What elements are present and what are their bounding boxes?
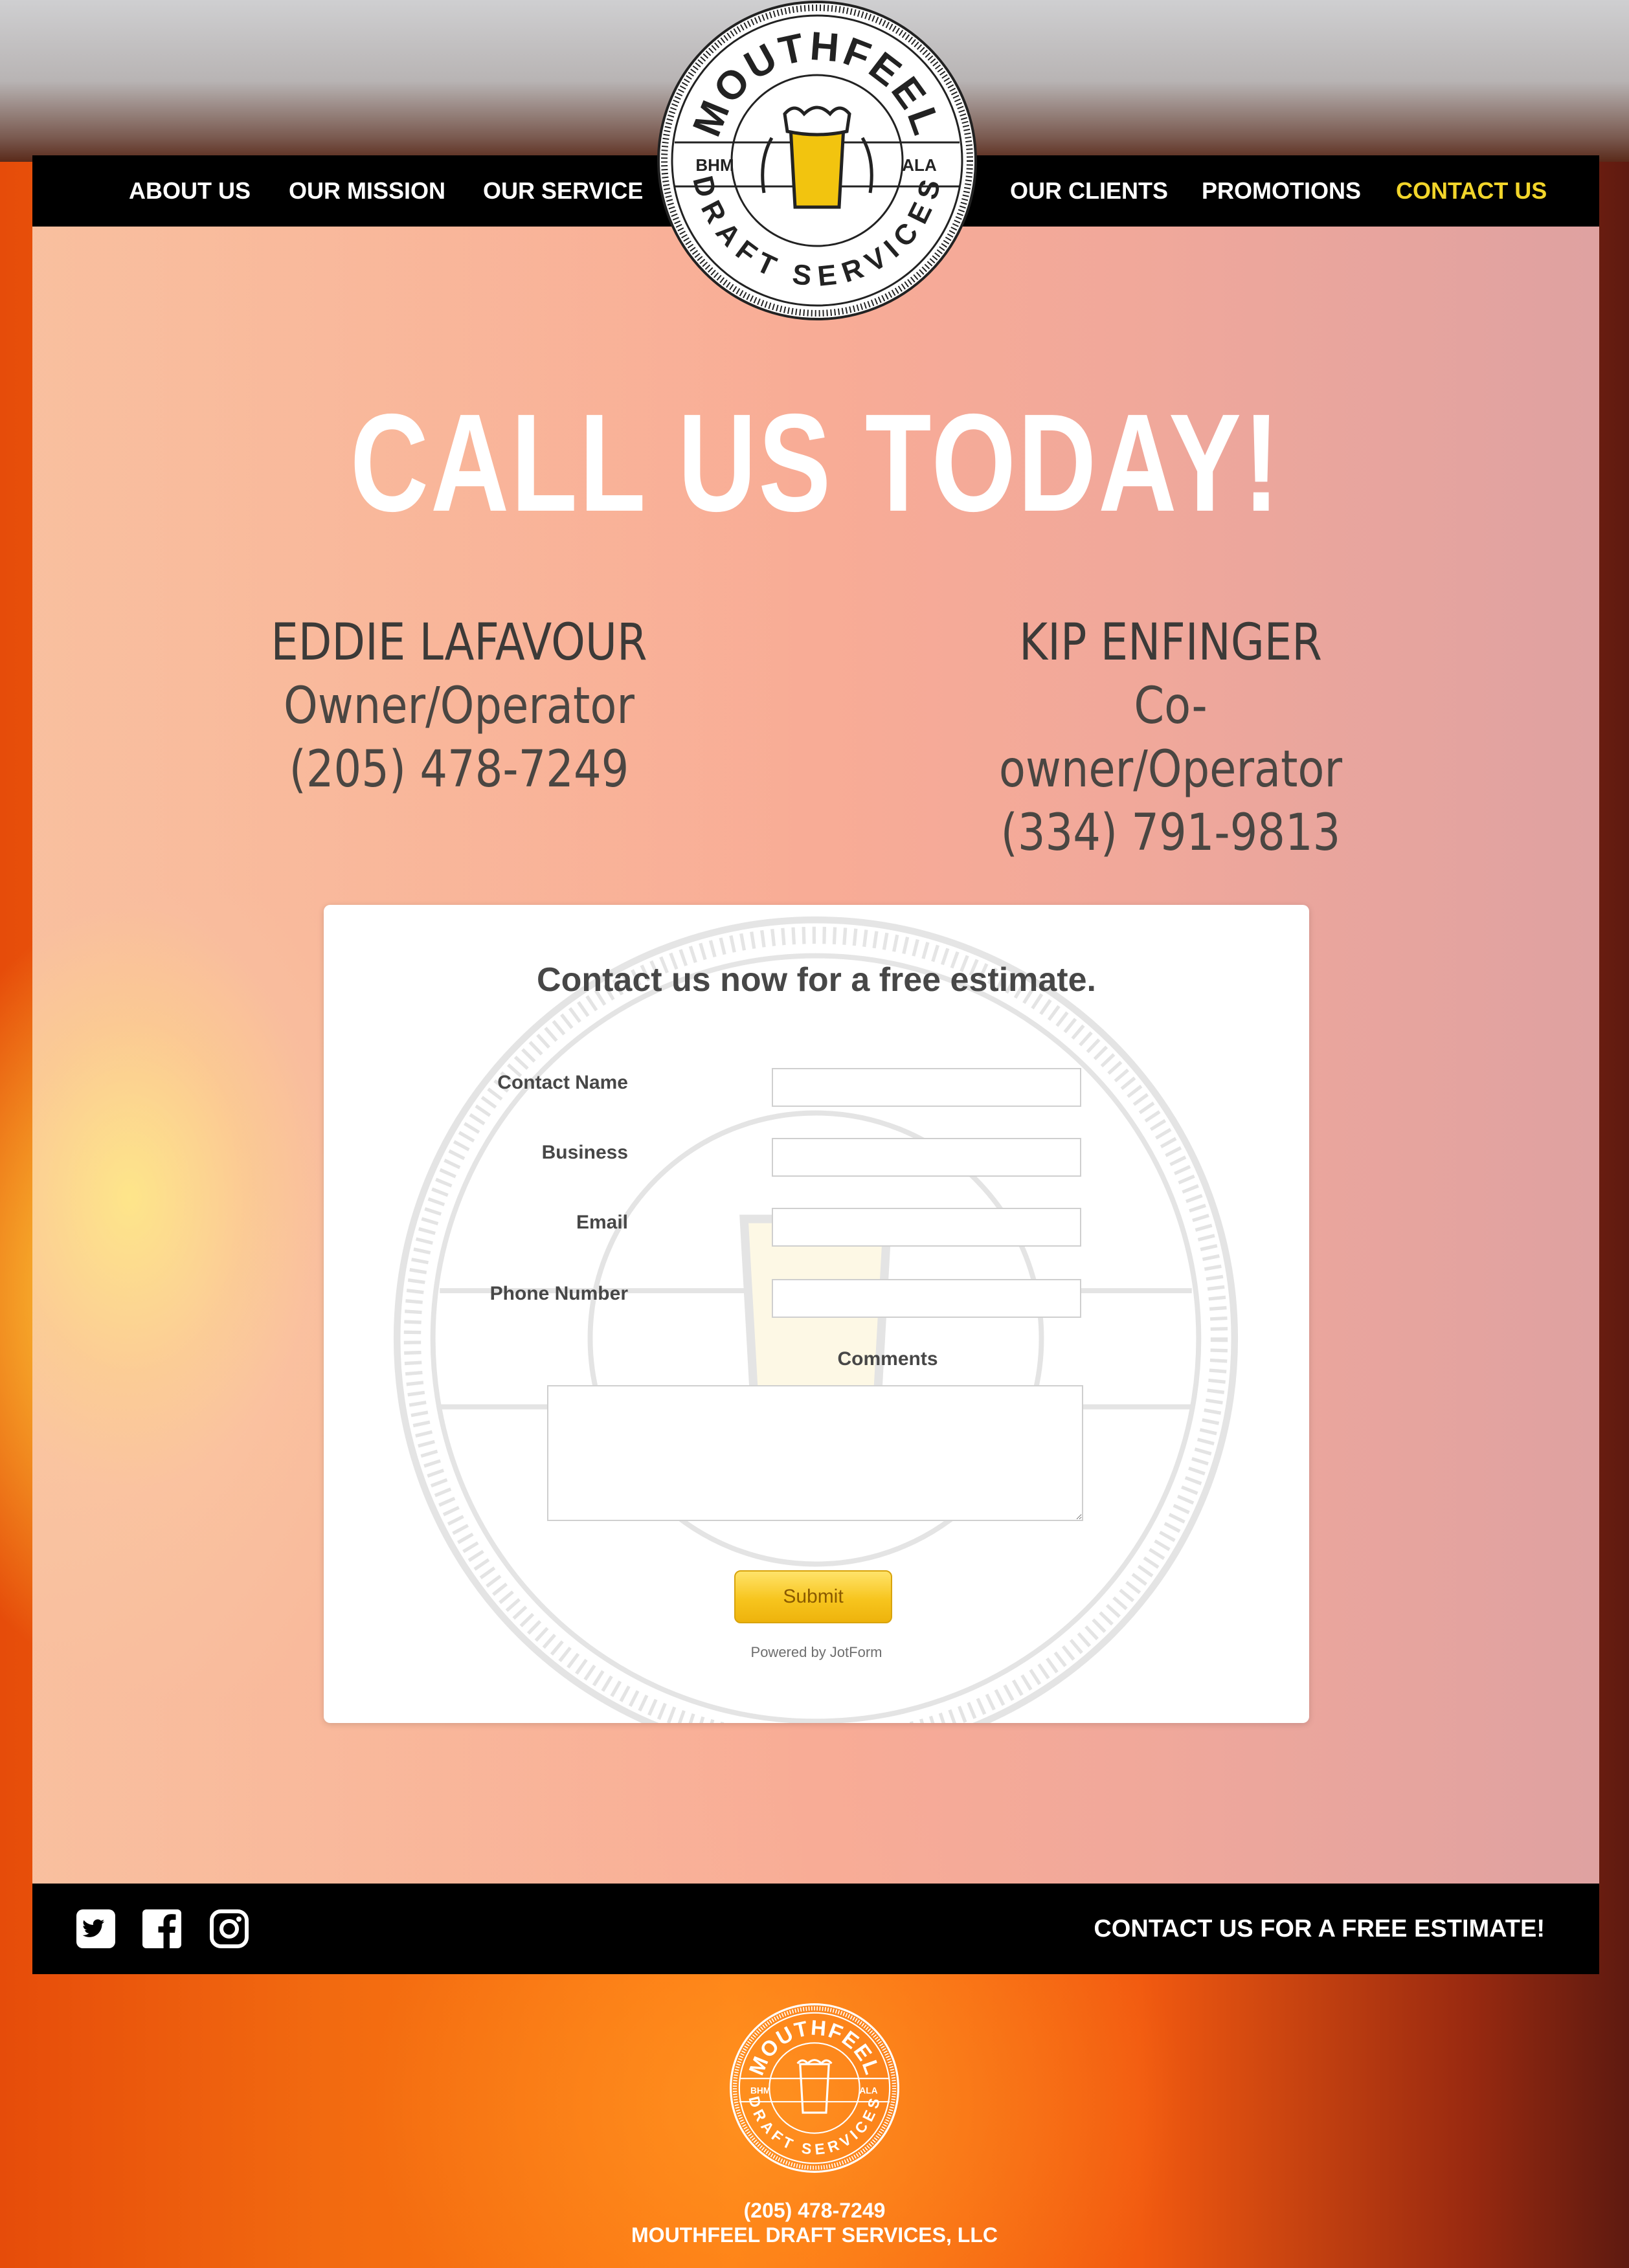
- form-title: Contact us now for a free estimate.: [537, 961, 1096, 999]
- svg-text:BHM: BHM: [695, 155, 734, 175]
- instagram-icon[interactable]: [208, 1908, 250, 1950]
- email-input[interactable]: [772, 1208, 1081, 1247]
- footer-logo: MOUTHFEEL DRAFT SERVICES BHM ALA: [730, 2003, 899, 2173]
- contact-phone[interactable]: (334) 791-9813: [976, 801, 1365, 865]
- nav-our-mission[interactable]: OUR MISSION: [289, 155, 445, 227]
- powered-by-jotform[interactable]: Powered by JotForm: [324, 1644, 1309, 1661]
- contact-phone[interactable]: (205) 478-7249: [264, 738, 654, 801]
- label-email: Email: [576, 1212, 628, 1233]
- contact-role: Co-owner/Operator: [998, 677, 1343, 799]
- hero-title: CALL US TODAY!: [350, 384, 1282, 540]
- contact-kip: KIP ENFINGER Co-owner/Operator (334) 791…: [944, 611, 1397, 865]
- footer-company-name: MOUTHFEEL DRAFT SERVICES, LLC: [631, 2223, 998, 2247]
- nav-about-us[interactable]: ABOUT US: [129, 155, 251, 227]
- comments-textarea[interactable]: [547, 1385, 1083, 1521]
- contact-form: Contact us now for a free estimate. Cont…: [324, 905, 1309, 1723]
- footer-phone[interactable]: (205) 478-7249: [0, 2198, 1629, 2223]
- svg-text:MOUTHFEEL: MOUTHFEEL: [744, 2016, 885, 2079]
- business-input[interactable]: [772, 1138, 1081, 1177]
- nav-our-service[interactable]: OUR SERVICE: [483, 155, 643, 227]
- contact-name-input[interactable]: [772, 1068, 1081, 1107]
- label-phone-number: Phone Number: [489, 1283, 628, 1304]
- contact-name: KIP ENFINGER: [1019, 614, 1322, 672]
- twitter-icon[interactable]: [75, 1908, 117, 1950]
- svg-text:ALA: ALA: [902, 155, 937, 175]
- svg-text:ALA: ALA: [859, 2085, 877, 2095]
- footer-cta-link[interactable]: CONTACT US FOR A FREE ESTIMATE!: [1094, 1884, 1545, 1974]
- label-business: Business: [541, 1142, 628, 1163]
- submit-button[interactable]: Submit: [734, 1570, 892, 1623]
- label-comments: Comments: [837, 1348, 938, 1370]
- mouthfeel-logo[interactable]: MOUTHFEEL DRAFT SERVICES BHM ALA: [655, 0, 979, 322]
- nav-promotions[interactable]: PROMOTIONS: [1202, 155, 1361, 227]
- label-contact-name: Contact Name: [497, 1072, 628, 1093]
- facebook-icon[interactable]: [141, 1908, 183, 1950]
- contact-eddie: EDDIE LAFAVOUR Owner/Operator (205) 478-…: [232, 611, 686, 801]
- contact-role: Owner/Operator: [284, 677, 635, 735]
- phone-number-input[interactable]: [772, 1279, 1081, 1318]
- contact-name: EDDIE LAFAVOUR: [271, 614, 647, 672]
- svg-text:BHM: BHM: [750, 2085, 770, 2095]
- svg-text:DRAFT SERVICES: DRAFT SERVICES: [745, 2095, 883, 2158]
- nav-our-clients[interactable]: OUR CLIENTS: [1010, 155, 1168, 227]
- nav-contact-us[interactable]: CONTACT US: [1396, 155, 1547, 227]
